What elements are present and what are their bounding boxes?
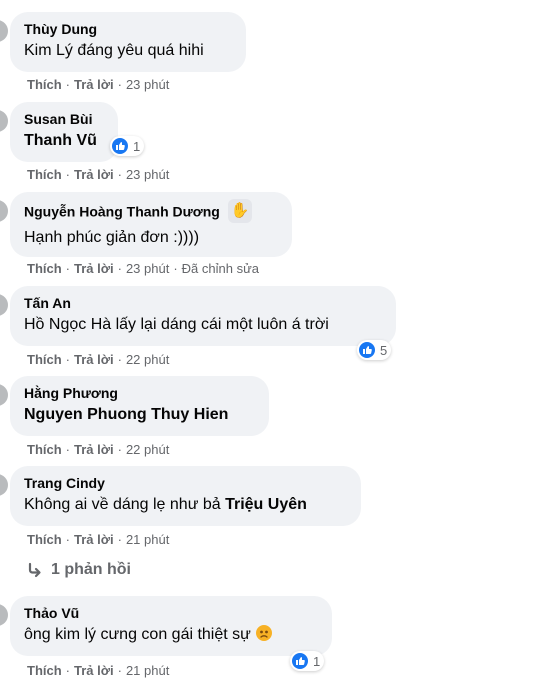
comment-text: ông kim lý cưng con gái thiệt sự	[24, 624, 318, 645]
comment-author[interactable]: Trang Cindy	[24, 475, 347, 492]
separator: ·	[117, 532, 122, 547]
comment-bubble: Thùy Dung Kim Lý đáng yêu quá hihi	[10, 12, 246, 72]
mention-link[interactable]: Triệu Uyên	[225, 496, 307, 513]
comment-text: Hồ Ngọc Hà lấy lại dáng cái một luôn á t…	[24, 316, 329, 333]
separator: ·	[117, 352, 122, 367]
reply-action[interactable]: Trả lời	[74, 167, 114, 182]
separator: ·	[117, 167, 122, 182]
like-action[interactable]: Thích	[27, 442, 62, 457]
comment-actions: Thích · Trả lời · 21 phút	[27, 532, 169, 548]
view-replies-link[interactable]: 1 phản hồi	[27, 561, 131, 579]
reply-action[interactable]: Trả lời	[74, 261, 114, 276]
comment-time[interactable]: 23 phút	[126, 167, 169, 182]
reaction-count[interactable]: 5	[357, 340, 392, 360]
comment-time[interactable]: 21 phút	[126, 532, 169, 547]
comment-time[interactable]: 21 phút	[126, 663, 169, 678]
comment-text: Kim Lý đáng yêu quá hihi	[24, 42, 204, 59]
like-action[interactable]: Thích	[27, 77, 62, 92]
reply-action[interactable]: Trả lời	[74, 663, 114, 678]
reply-action[interactable]: Trả lời	[74, 352, 114, 367]
author-name[interactable]: Nguyễn Hoàng Thanh Dương	[24, 204, 220, 220]
comment-time[interactable]: 23 phút	[126, 77, 169, 92]
comment-text[interactable]: Thanh Vũ	[24, 131, 104, 151]
separator: ·	[117, 261, 122, 276]
comment-time[interactable]: 22 phút	[126, 352, 169, 367]
edited-label[interactable]: Đã chỉnh sửa	[182, 261, 259, 276]
waving-hand-icon: ✋	[227, 199, 252, 223]
separator: ·	[65, 532, 71, 547]
separator: ·	[65, 442, 71, 457]
comment-author[interactable]: Tấn An	[24, 295, 382, 312]
reaction-number: 1	[133, 138, 141, 154]
like-action[interactable]: Thích	[27, 167, 62, 182]
separator: ·	[65, 261, 71, 276]
like-action[interactable]: Thích	[27, 261, 62, 276]
comment-bubble: Hằng Phương Nguyen Phuong Thuy Hien	[10, 376, 269, 436]
comment-author[interactable]: Thùy Dung	[24, 21, 232, 38]
like-icon	[112, 138, 128, 154]
comment-text-plain: Không ai về dáng lẹ như bả	[24, 496, 221, 513]
comment-actions: Thích · Trả lời · 23 phút	[27, 77, 169, 93]
reaction-count[interactable]: 1	[110, 136, 145, 156]
separator: ·	[65, 352, 71, 367]
avatar[interactable]	[0, 604, 8, 626]
comment-author[interactable]: Susan Bùi	[24, 111, 104, 128]
comment-bubble: Nguyễn Hoàng Thanh Dương ✋ Hạnh phúc giản…	[10, 192, 292, 257]
comment-text: Hạnh phúc giản đơn :))))	[24, 229, 200, 246]
like-icon	[292, 653, 308, 669]
separator: ·	[117, 442, 122, 457]
comment-bubble: Trang Cindy Không ai về dáng lẹ như bả T…	[10, 466, 361, 526]
reply-action[interactable]: Trả lời	[74, 532, 114, 547]
reply-action[interactable]: Trả lời	[74, 442, 114, 457]
reaction-number: 1	[313, 653, 321, 669]
separator: ·	[117, 663, 122, 678]
comment-author[interactable]: Thảo Vũ	[24, 605, 318, 622]
avatar[interactable]	[0, 110, 8, 132]
comment-text: Không ai về dáng lẹ như bả Triệu Uyên	[24, 495, 347, 515]
comment-actions: Thích · Trả lời · 22 phút	[27, 352, 169, 368]
avatar[interactable]	[0, 200, 8, 222]
comment-author[interactable]: Hằng Phương	[24, 385, 255, 402]
like-action[interactable]: Thích	[27, 352, 62, 367]
comment-actions: Thích · Trả lời · 22 phút	[27, 442, 169, 458]
avatar[interactable]	[0, 20, 8, 42]
comment-text-plain: ông kim lý cưng con gái thiệt sự	[24, 626, 251, 643]
like-icon	[359, 342, 375, 358]
comment-actions: Thích · Trả lời · 23 phút	[27, 167, 169, 183]
like-action[interactable]: Thích	[27, 532, 62, 547]
comment-author[interactable]: Nguyễn Hoàng Thanh Dương ✋	[24, 199, 278, 225]
reply-arrow-icon	[28, 562, 41, 578]
avatar[interactable]	[0, 294, 8, 316]
avatar[interactable]	[0, 474, 8, 496]
reply-action[interactable]: Trả lời	[74, 77, 114, 92]
separator: ·	[65, 77, 71, 92]
reaction-number: 5	[380, 342, 388, 358]
sad-face-emoji-icon	[255, 624, 272, 641]
replies-count-label[interactable]: 1 phản hồi	[51, 561, 131, 579]
comment-actions: Thích · Trả lời · 23 phút · Đã chỉnh sửa	[27, 261, 259, 277]
like-action[interactable]: Thích	[27, 663, 62, 678]
separator: ·	[117, 77, 122, 92]
comment-bubble: Tấn An Hồ Ngọc Hà lấy lại dáng cái một l…	[10, 286, 396, 346]
reaction-count[interactable]: 1	[290, 651, 325, 671]
comment-bubble: Thảo Vũ ông kim lý cưng con gái thiệt sự	[10, 596, 332, 656]
separator: ·	[173, 261, 178, 276]
comment-bubble: Susan Bùi Thanh Vũ	[10, 102, 118, 162]
separator: ·	[65, 663, 71, 678]
avatar[interactable]	[0, 384, 8, 406]
comment-time[interactable]: 23 phút	[126, 261, 169, 276]
comment-actions: Thích · Trả lời · 21 phút	[27, 663, 169, 679]
separator: ·	[65, 167, 71, 182]
comment-time[interactable]: 22 phút	[126, 442, 169, 457]
comment-text[interactable]: Nguyen Phuong Thuy Hien	[24, 405, 255, 425]
